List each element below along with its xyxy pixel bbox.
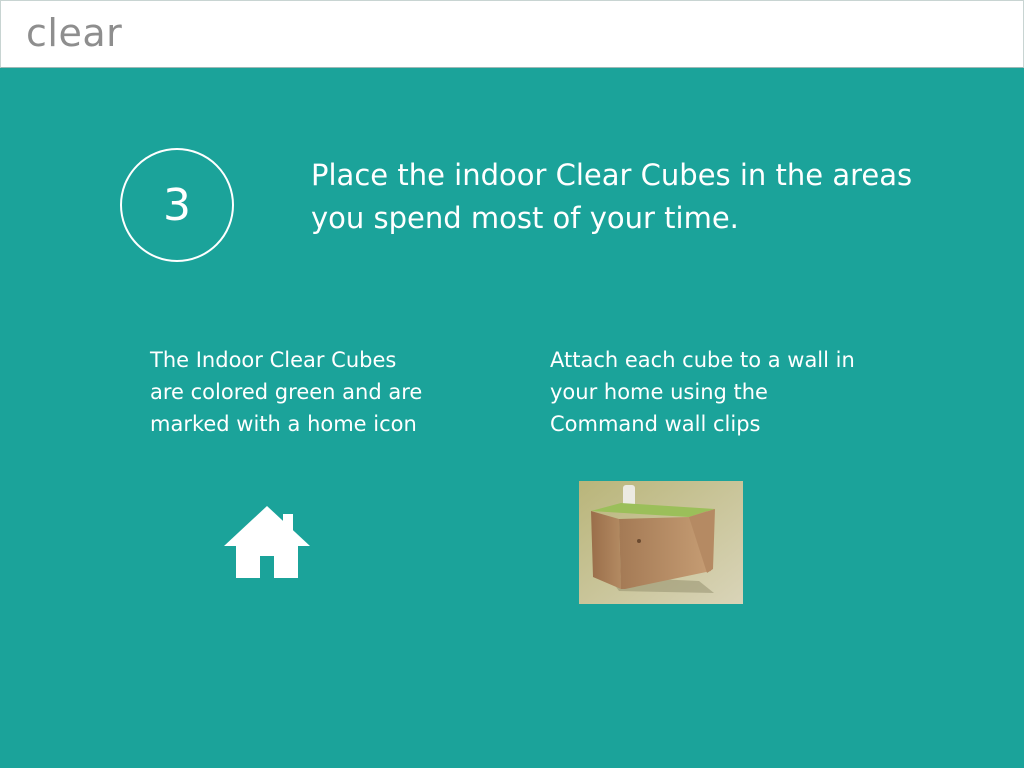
attach-instructions: Attach each cube to a wall in your home …	[550, 348, 855, 436]
step-number: 3	[163, 179, 191, 231]
clear-logo: clear	[26, 11, 123, 55]
app-header: clear	[0, 0, 1024, 68]
step-headline: Place the indoor Clear Cubes in the area…	[311, 158, 913, 235]
wall-mounted-cube-photo	[579, 481, 743, 604]
home-icon	[224, 506, 310, 578]
indoor-cubes-description: The Indoor Clear Cubes are colored green…	[150, 348, 423, 436]
step-number-badge: 3	[120, 148, 234, 262]
